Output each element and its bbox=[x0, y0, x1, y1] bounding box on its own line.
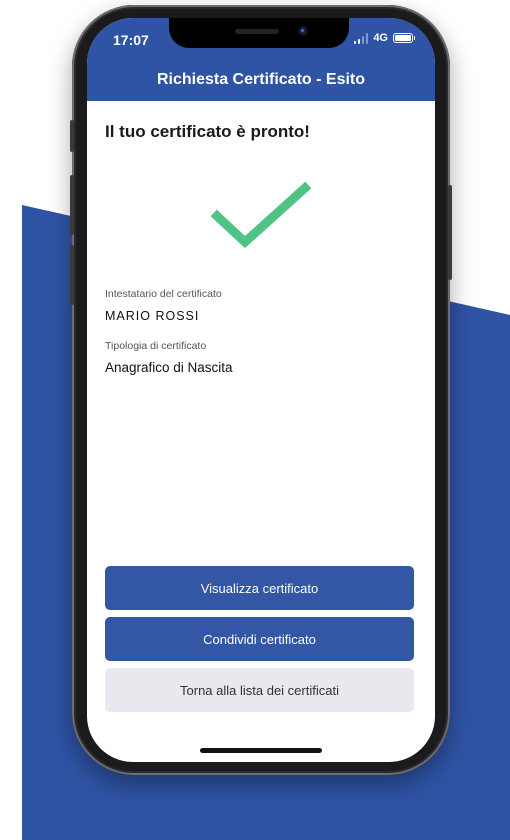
front-camera bbox=[299, 27, 307, 35]
earpiece-speaker bbox=[235, 29, 279, 34]
phone-screen: 17:07 4G Richiesta Certificato - Esito I… bbox=[87, 18, 435, 762]
holder-value: MARIO ROSSI bbox=[105, 309, 200, 323]
share-certificate-button[interactable]: Condividi certificato bbox=[105, 617, 414, 661]
network-type: 4G bbox=[373, 32, 388, 44]
status-indicators: 4G bbox=[353, 32, 415, 44]
home-indicator[interactable] bbox=[200, 748, 322, 753]
signal-icon bbox=[353, 32, 369, 44]
back-to-list-button[interactable]: Torna alla lista dei certificati bbox=[105, 668, 414, 712]
app-header: 17:07 4G Richiesta Certificato - Esito bbox=[87, 18, 435, 101]
certificate-type-label: Tipologia di certificato bbox=[105, 340, 207, 352]
checkmark-icon bbox=[211, 182, 311, 249]
phone-volume-down-button bbox=[70, 245, 74, 305]
holder-label: Intestatario del certificato bbox=[105, 288, 222, 300]
status-time: 17:07 bbox=[113, 32, 149, 48]
phone-side-button bbox=[70, 120, 74, 152]
battery-icon bbox=[393, 33, 415, 43]
success-heading: Il tuo certificato è pronto! bbox=[105, 122, 310, 141]
view-certificate-button[interactable]: Visualizza certificato bbox=[105, 566, 414, 610]
phone-volume-up-button bbox=[70, 175, 74, 235]
page-title: Richiesta Certificato - Esito bbox=[156, 71, 366, 88]
phone-power-button bbox=[448, 185, 452, 280]
certificate-type-value: Anagrafico di Nascita bbox=[105, 360, 233, 375]
